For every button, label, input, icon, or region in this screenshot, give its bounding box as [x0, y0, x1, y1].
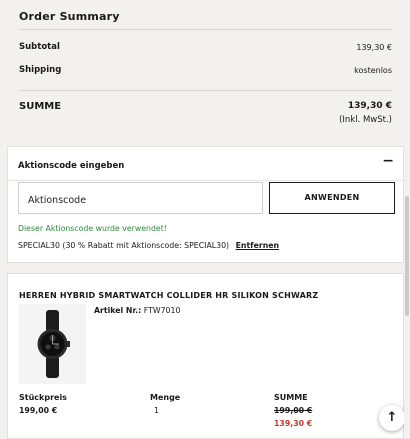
sum-new-price: 139,30 € — [274, 419, 313, 428]
promo-code-panel: Aktionscode eingeben − Aktionscode ANWEN… — [7, 146, 404, 263]
total-value: 139,30 € — [347, 101, 392, 111]
cart-item: HERREN HYBRID SMARTWATCH COLLIDER HR SIL… — [7, 273, 404, 439]
divider — [19, 90, 392, 91]
sum-old-price: 199,00 € — [274, 406, 313, 415]
scroll-to-top-button[interactable]: ↑ — [379, 405, 405, 431]
sum-label: SUMME — [274, 393, 308, 402]
apply-button[interactable]: ANWENDEN — [269, 182, 395, 214]
article-value: FTW7010 — [143, 306, 181, 315]
article-label: Artikel Nr.: — [94, 306, 142, 315]
divider — [8, 180, 403, 181]
applied-promo: SPECIAL30 (30 % Rabatt mit Aktionscode: … — [18, 241, 279, 250]
promo-code-input[interactable]: Aktionscode — [18, 182, 263, 214]
applied-promo-text: SPECIAL30 (30 % Rabatt mit Aktionscode: … — [18, 241, 230, 250]
arrow-up-icon: ↑ — [386, 410, 398, 425]
product-name[interactable]: HERREN HYBRID SMARTWATCH COLLIDER HR SIL… — [19, 291, 318, 300]
scrollbar-thumb[interactable] — [405, 196, 409, 316]
order-summary: Order Summary Subtotal 139,30 € Shipping… — [7, 0, 404, 138]
shipping-label: Shipping — [19, 65, 62, 75]
order-summary-title: Order Summary — [19, 10, 120, 23]
total-label: SUMME — [19, 101, 62, 112]
quantity-label: Menge — [150, 393, 181, 402]
divider — [19, 29, 392, 30]
product-image[interactable] — [19, 304, 86, 384]
remove-promo-link[interactable]: Entfernen — [236, 241, 280, 250]
unit-price-value: 199,00 € — [19, 406, 58, 415]
subtotal-value: 139,30 € — [356, 43, 392, 52]
shipping-value: kostenlos — [354, 66, 392, 75]
promo-heading: Aktionscode eingeben — [18, 161, 125, 171]
collapse-icon[interactable]: − — [382, 153, 394, 169]
vat-note: (Inkl. MwSt.) — [339, 115, 392, 125]
scrollbar[interactable] — [404, 0, 410, 439]
quantity-value[interactable]: 1 — [154, 406, 159, 415]
unit-price-label: Stückpreis — [19, 393, 67, 402]
promo-success-message: Dieser Aktionscode wurde verwendet! — [18, 224, 167, 233]
article-number: Artikel Nr.: FTW7010 — [94, 306, 180, 315]
subtotal-label: Subtotal — [19, 42, 60, 52]
